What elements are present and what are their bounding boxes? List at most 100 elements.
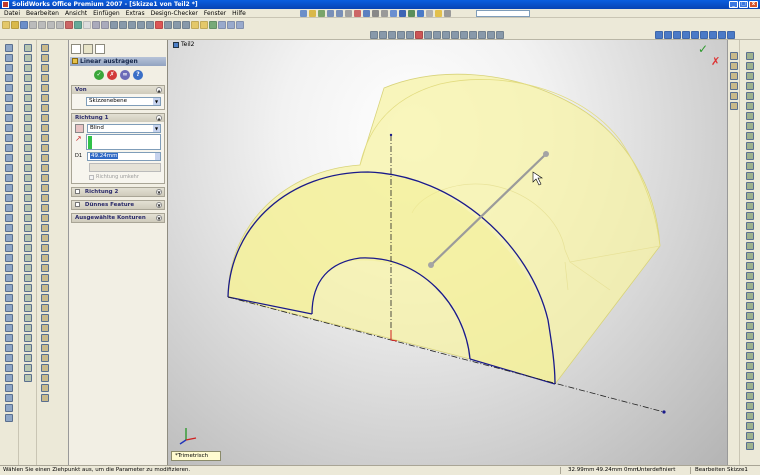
configuration-manager-tab[interactable] [95,44,105,54]
graphics-area[interactable] [168,40,727,465]
tool-icon[interactable] [746,192,754,200]
tool-icon[interactable] [746,362,754,370]
property-manager-tab[interactable] [83,44,93,54]
redo-icon[interactable] [74,21,82,29]
tool-icon[interactable] [5,44,13,52]
tool-icon[interactable] [24,214,32,222]
spin-arrows-icon[interactable] [155,153,160,160]
reverse-checkbox[interactable] [89,174,94,180]
display-appearance-icon[interactable] [727,31,735,39]
wireframe-icon[interactable] [372,10,379,17]
tool-icon[interactable] [41,144,49,152]
tool-icon[interactable] [5,234,13,242]
snap-icon[interactable] [433,31,441,39]
tool-icon[interactable] [24,124,32,132]
measure-icon[interactable] [442,31,450,39]
tool-icon[interactable] [24,194,32,202]
tool-icon[interactable] [746,102,754,110]
confirm-corner-ok-icon[interactable]: ✓ [698,43,710,55]
open-icon[interactable] [11,21,19,29]
tool-icon[interactable] [24,344,32,352]
tool-icon[interactable] [41,184,49,192]
save-icon[interactable] [20,21,28,29]
direction-selection-box[interactable] [86,134,161,150]
tool-icon[interactable] [41,54,49,62]
top-view-icon[interactable] [388,31,396,39]
tool-icon[interactable] [746,152,754,160]
tool-icon[interactable] [41,364,49,372]
reverse-direction-icon[interactable] [75,124,84,133]
tool-icon[interactable] [5,124,13,132]
spline-icon[interactable] [146,21,154,29]
print-icon[interactable] [29,21,37,29]
tool-icon[interactable] [41,244,49,252]
tool-icon[interactable] [41,64,49,72]
tool-icon[interactable] [5,244,13,252]
richtung2-checkbox[interactable] [75,189,80,194]
tool-icon[interactable] [5,294,13,302]
fillet-icon[interactable] [209,21,217,29]
tool-icon[interactable] [730,92,738,100]
tool-icon[interactable] [41,154,49,162]
maximize-button[interactable]: □ [739,1,748,8]
zoom-in-icon[interactable] [336,10,343,17]
select-icon[interactable] [83,21,91,29]
tool-icon[interactable] [5,284,13,292]
tool-icon[interactable] [5,204,13,212]
tool-icon[interactable] [41,374,49,382]
tool-icon[interactable] [5,384,13,392]
trim-icon[interactable] [164,21,172,29]
rebuild-icon[interactable] [300,10,307,17]
tool-icon[interactable] [746,212,754,220]
tool-icon[interactable] [5,84,13,92]
depth-drag-handle-start[interactable] [428,262,434,268]
tool-icon[interactable] [5,334,13,342]
tool-icon[interactable] [746,342,754,350]
revolve-icon[interactable] [200,21,208,29]
tool-icon[interactable] [24,204,32,212]
line-icon[interactable] [110,21,118,29]
tool-icon[interactable] [24,144,32,152]
depth-input[interactable]: 49.24mm [87,152,161,161]
tool-icon[interactable] [41,294,49,302]
tool-icon[interactable] [41,274,49,282]
depth-drag-handle-end[interactable] [543,151,549,157]
tool-icon[interactable] [5,264,13,272]
view-cube-icon[interactable] [417,10,424,17]
tool-icon[interactable] [41,384,49,392]
point-icon[interactable] [496,31,504,39]
tool-icon[interactable] [24,104,32,112]
tool-icon[interactable] [5,184,13,192]
tool-icon[interactable] [24,374,32,382]
mass-props-icon[interactable] [451,31,459,39]
tool-icon[interactable] [746,112,754,120]
von-header[interactable]: Von ▲ [72,86,164,94]
menu-einfuegen[interactable]: Einfügen [93,10,119,17]
richtung1-header[interactable]: Richtung 1 ▲ [72,114,164,122]
tool-icon[interactable] [24,134,32,142]
menu-design-checker[interactable]: Design-Checker [151,10,198,17]
section-icon[interactable] [460,31,468,39]
tool-icon[interactable] [41,74,49,82]
tool-icon[interactable] [746,122,754,130]
tool-icon[interactable] [746,82,754,90]
tool-icon[interactable] [5,94,13,102]
tool-icon[interactable] [746,322,754,330]
relations-icon[interactable] [415,31,423,39]
expand-icon[interactable]: ▼ [156,215,162,221]
tool-icon[interactable] [746,162,754,170]
front-view-icon[interactable] [379,31,387,39]
tool-icon[interactable] [5,224,13,232]
view-combo[interactable] [476,10,530,17]
tool-icon[interactable] [24,334,32,342]
tool-icon[interactable] [24,54,32,62]
tool-icon[interactable] [5,154,13,162]
tool-icon[interactable] [5,144,13,152]
iso-view-icon[interactable] [406,31,414,39]
extrude-icon[interactable] [191,21,199,29]
tool-icon[interactable] [41,214,49,222]
collapse-icon[interactable]: ▲ [156,87,162,93]
richtung2-header[interactable]: Richtung 2 ▼ [72,188,164,196]
tool-icon[interactable] [5,364,13,372]
tool-icon[interactable] [746,262,754,270]
